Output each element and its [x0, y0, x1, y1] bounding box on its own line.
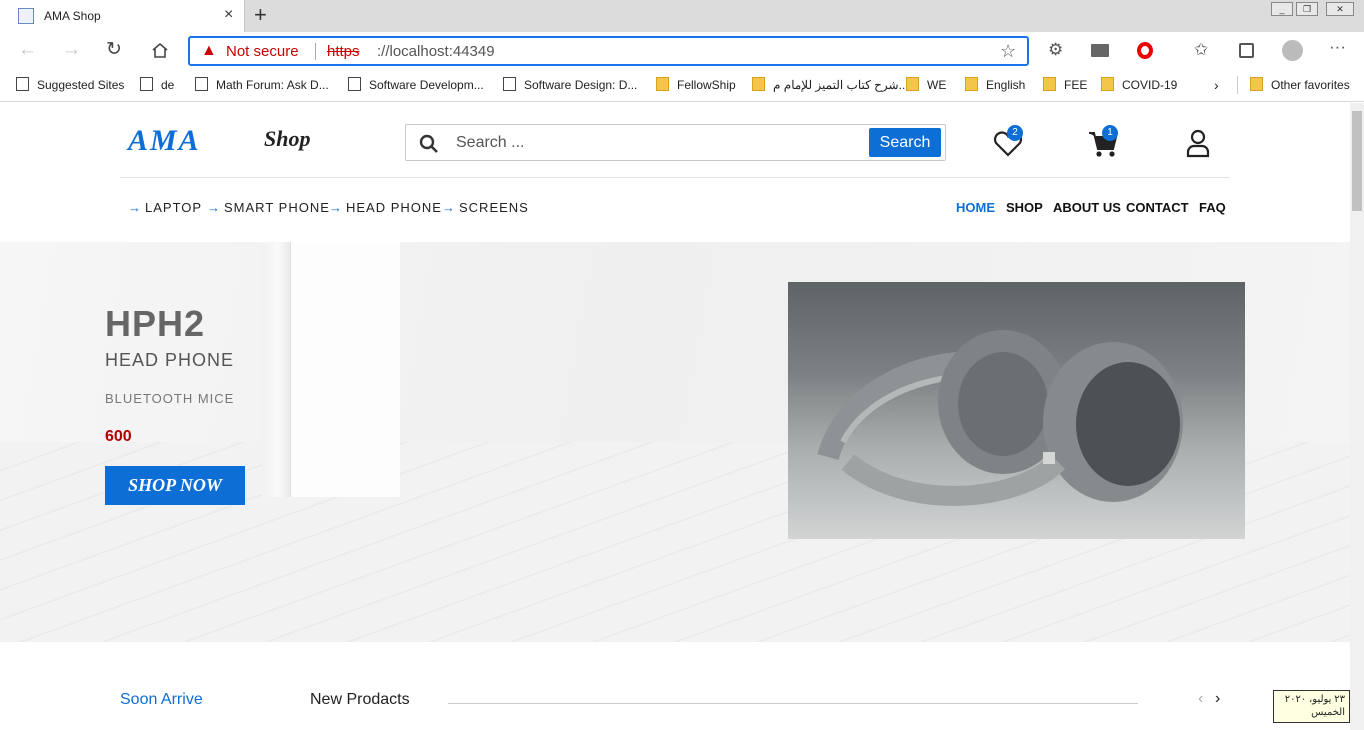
bookmark-item[interactable]: COVID-19	[1101, 76, 1177, 94]
search-button[interactable]: Search	[869, 128, 941, 157]
chevron-right-icon[interactable]: ›	[1215, 690, 1220, 708]
category-link-head-phone[interactable]: → HEAD PHONE	[329, 200, 442, 216]
logo-main[interactable]: AMA	[128, 124, 201, 158]
browser-tab[interactable]: AMA Shop ×	[0, 0, 245, 32]
file-icon	[16, 77, 29, 91]
nav-about-us[interactable]: ABOUT US	[1053, 200, 1121, 216]
bookmark-item[interactable]: Software Design: D...	[503, 76, 637, 94]
url-text: ://localhost:44349	[377, 43, 495, 60]
tab-close-button[interactable]: ×	[224, 6, 233, 24]
restore-button[interactable]: ❐	[1296, 2, 1318, 16]
file-icon	[503, 77, 516, 91]
hero-subtitle: HEAD PHONE	[105, 350, 235, 370]
tab-title: AMA Shop	[44, 9, 101, 23]
folder-icon	[1101, 77, 1114, 91]
minimize-button[interactable]: _	[1271, 2, 1293, 16]
not-secure-label[interactable]: Not secure	[226, 43, 299, 60]
wishlist-badge: 2	[1007, 125, 1023, 141]
forward-icon[interactable]: →	[62, 40, 81, 60]
bookmark-item[interactable]: FellowShip	[656, 76, 736, 94]
bookmark-item[interactable]: de	[140, 76, 174, 94]
close-window-button[interactable]: ✕	[1326, 2, 1354, 16]
file-icon	[348, 77, 361, 91]
header-divider	[120, 177, 1230, 178]
mail-icon[interactable]	[1091, 44, 1109, 57]
bookmark-item[interactable]: WE	[906, 76, 946, 94]
arrow-right-icon: →	[442, 200, 456, 215]
category-link-smart-phone[interactable]: → SMART PHONE	[207, 200, 330, 216]
favorites-icon[interactable]: ✩	[1194, 41, 1208, 59]
nav-faq[interactable]: FAQ	[1199, 200, 1226, 216]
bookmark-item[interactable]: Math Forum: Ask D...	[195, 76, 329, 94]
back-icon[interactable]: ←	[18, 40, 37, 60]
star-icon[interactable]: ☆	[1000, 41, 1016, 62]
category-link-laptop[interactable]: → LAPTOP	[128, 200, 202, 216]
arrow-right-icon: →	[329, 200, 343, 215]
warning-icon: ▲	[201, 42, 217, 59]
nav-shop[interactable]: SHOP	[1006, 200, 1043, 216]
scrollbar-thumb[interactable]	[1352, 111, 1362, 211]
date-tooltip-line2: الخميس	[1311, 707, 1345, 718]
headphone-product-image	[788, 282, 1245, 539]
nav-contact[interactable]: CONTACT	[1126, 200, 1189, 216]
bookmark-divider	[1237, 76, 1238, 94]
new-tab-button[interactable]: +	[254, 3, 267, 27]
category-link-screens[interactable]: → SCREENS	[442, 200, 529, 216]
hero-cabinet-background	[290, 242, 400, 497]
chevron-right-icon[interactable]: ›	[1214, 76, 1219, 94]
cart-badge: 1	[1102, 125, 1118, 141]
chevron-left-icon[interactable]: ‹	[1198, 690, 1203, 708]
file-icon	[140, 77, 153, 91]
folder-icon	[906, 77, 919, 91]
address-separator	[315, 43, 316, 60]
nav-home[interactable]: HOME	[956, 200, 995, 216]
section-title-new-products: New Prodacts	[310, 691, 410, 708]
extension-icon[interactable]: ⚙	[1048, 41, 1063, 59]
file-icon	[195, 77, 208, 91]
search-icon	[418, 133, 440, 155]
search-box	[405, 124, 946, 161]
bookmark-item[interactable]: Other favorites	[1250, 76, 1350, 94]
section-rule	[448, 703, 1138, 704]
user-icon[interactable]	[1180, 125, 1216, 161]
logo-sub[interactable]: Shop	[264, 126, 310, 152]
hero-tagline: BLUETOOTH MICE	[105, 391, 235, 406]
folder-icon	[1043, 77, 1056, 91]
arrow-right-icon: →	[128, 200, 142, 215]
scrollbar[interactable]	[1350, 103, 1364, 730]
date-tooltip-line1: ٢٣ يوليو، ٢٠٢٠	[1284, 694, 1345, 705]
bookmark-item[interactable]: Software Developm...	[348, 76, 484, 94]
profile-icon[interactable]	[1282, 40, 1303, 61]
collections-icon[interactable]	[1239, 43, 1254, 58]
bookmark-item[interactable]: English	[965, 76, 1025, 94]
folder-icon	[965, 77, 978, 91]
hero-title: HPH2	[105, 303, 206, 344]
page-favicon-icon	[18, 8, 34, 24]
folder-icon	[1250, 77, 1263, 91]
bookmark-item[interactable]: Suggested Sites	[16, 76, 124, 94]
bookmark-item[interactable]: شرح كتاب التميز للإمام م...	[752, 76, 909, 94]
date-tooltip: ٢٣ يوليو، ٢٠٢٠ الخميس	[1273, 690, 1350, 723]
more-icon[interactable]: ···	[1329, 38, 1346, 56]
url-protocol: https	[327, 43, 360, 60]
hero-price: 600	[105, 428, 132, 445]
home-icon[interactable]	[151, 42, 169, 59]
tab-soon-arrive[interactable]: Soon Arrive	[120, 691, 203, 709]
address-bar[interactable]: ▲ Not secure https ://localhost:44349 ☆	[188, 36, 1029, 66]
arrow-right-icon: →	[207, 200, 221, 215]
opera-icon[interactable]	[1137, 42, 1153, 59]
bookmark-item[interactable]: FEE	[1043, 76, 1087, 94]
folder-icon	[752, 77, 765, 91]
shop-now-button[interactable]: SHOP NOW	[105, 466, 245, 505]
folder-icon	[656, 77, 669, 91]
refresh-icon[interactable]: ↻	[106, 40, 122, 60]
search-input[interactable]	[456, 133, 856, 153]
